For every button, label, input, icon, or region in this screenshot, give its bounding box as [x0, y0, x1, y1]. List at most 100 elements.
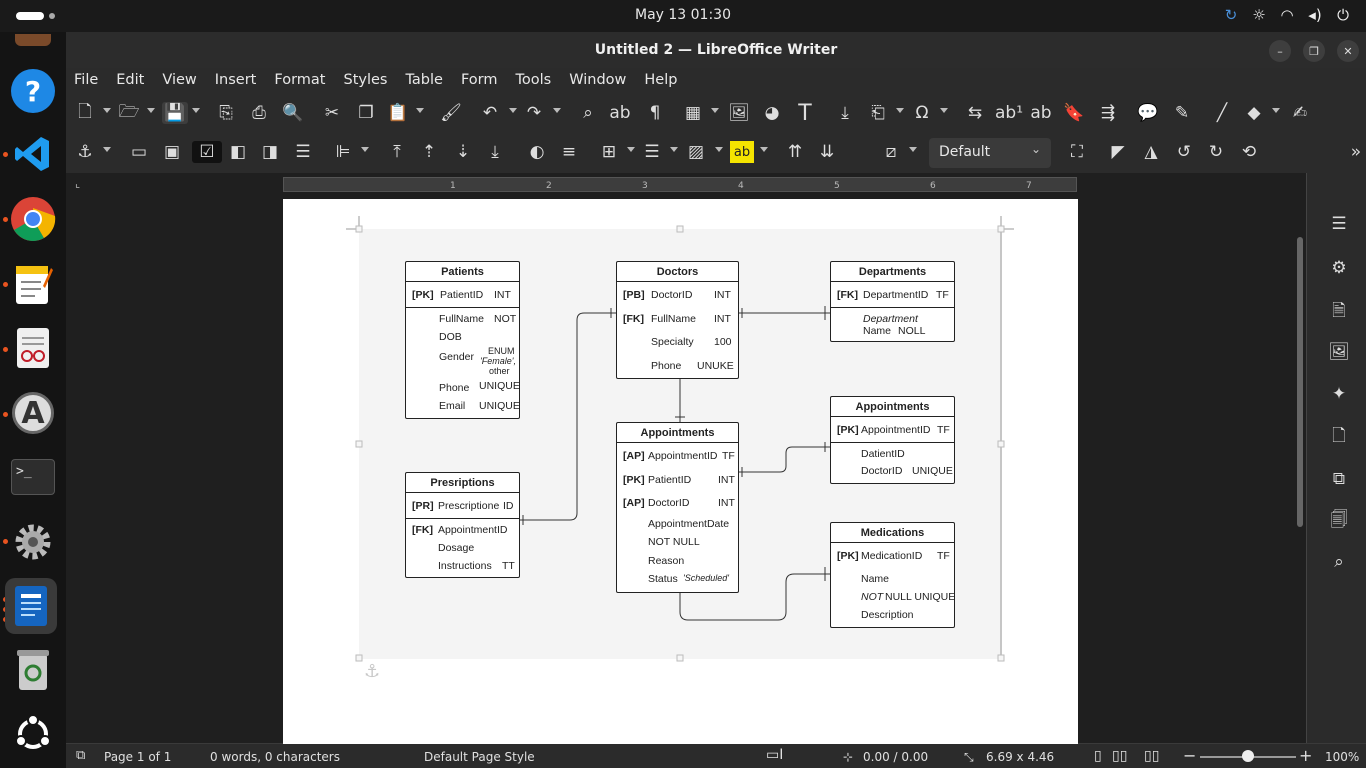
- borders-icon[interactable]: ⊞: [598, 141, 620, 163]
- clone-formatting-icon[interactable]: 🖌: [440, 102, 462, 124]
- vscode-icon[interactable]: [9, 130, 57, 178]
- trash-icon[interactable]: [9, 646, 57, 694]
- previous-frame-icon[interactable]: ⇈: [784, 141, 806, 163]
- update-icon[interactable]: ↻: [1222, 6, 1240, 24]
- anchor-icon[interactable]: ⚓: [74, 141, 96, 163]
- wrap-right-icon[interactable]: ◨: [259, 141, 281, 163]
- flip-horizontal-icon[interactable]: ◮: [1140, 141, 1162, 163]
- zoom-in-icon[interactable]: +: [1299, 746, 1312, 765]
- field-dropdown[interactable]: [896, 108, 904, 113]
- border-style-icon[interactable]: ☰: [641, 141, 663, 163]
- line-icon[interactable]: ╱: [1211, 102, 1233, 124]
- border-color-icon[interactable]: ▨: [685, 141, 707, 163]
- redo-icon[interactable]: ↷: [523, 102, 545, 124]
- doc-modified-icon[interactable]: ⧉: [76, 748, 85, 763]
- page-count[interactable]: Page 1 of 1: [104, 750, 171, 764]
- navigator-icon[interactable]: ✦: [1328, 383, 1350, 405]
- paragraph-style-select[interactable]: Default ⌄: [929, 138, 1051, 168]
- menu-table[interactable]: Table: [405, 68, 452, 94]
- menu-edit[interactable]: Edit: [116, 68, 153, 94]
- chrome-icon[interactable]: [9, 195, 57, 243]
- horizontal-ruler[interactable]: 1 2 3 4 5 6 7: [283, 177, 1077, 192]
- page-style[interactable]: Default Page Style: [424, 750, 535, 764]
- software-updater-icon[interactable]: A: [9, 389, 57, 437]
- document-icon[interactable]: 🗋: [1328, 426, 1350, 448]
- back-one-icon[interactable]: ⇣: [452, 141, 474, 163]
- page-icon[interactable]: 🗎: [1328, 301, 1350, 323]
- save-dropdown[interactable]: [192, 108, 200, 113]
- minimize-button[interactable]: –: [1269, 40, 1291, 62]
- book-view-icon[interactable]: ▯▯: [1144, 748, 1159, 764]
- more-options-icon[interactable]: »: [1345, 141, 1366, 163]
- basic-shapes-icon[interactable]: ◆: [1243, 102, 1265, 124]
- insert-field-icon[interactable]: ⎗: [867, 102, 889, 124]
- footnote-icon[interactable]: ab¹: [995, 102, 1023, 124]
- border-color-dropdown[interactable]: [715, 147, 723, 152]
- settings-icon[interactable]: [9, 518, 57, 566]
- close-button[interactable]: ✕: [1337, 40, 1359, 62]
- paste-icon[interactable]: 📋: [387, 102, 409, 124]
- crop-icon[interactable]: ⛶: [1066, 141, 1088, 163]
- paste-dropdown[interactable]: [416, 108, 424, 113]
- find-icon[interactable]: ⌕: [1328, 551, 1350, 573]
- sidebar-menu-icon[interactable]: ☰: [1328, 213, 1350, 235]
- send-to-back-icon[interactable]: ⤓: [484, 141, 506, 163]
- zoom-level[interactable]: 100%: [1325, 750, 1359, 764]
- maximize-button[interactable]: ❐: [1303, 40, 1325, 62]
- border-style-dropdown[interactable]: [670, 147, 678, 152]
- copy-icon[interactable]: ❐: [355, 102, 377, 124]
- align-objects-icon[interactable]: ⊫: [332, 141, 354, 163]
- optimal-wrap-icon[interactable]: ☑: [192, 141, 222, 163]
- menu-form[interactable]: Form: [461, 68, 507, 94]
- filter-dropdown[interactable]: [909, 147, 917, 152]
- endnote-icon[interactable]: ab: [1030, 102, 1052, 124]
- print-icon[interactable]: ⎙: [248, 102, 270, 124]
- cut-icon[interactable]: ✂: [321, 102, 343, 124]
- document-viewer-icon[interactable]: [9, 324, 57, 372]
- align-dropdown[interactable]: [361, 147, 369, 152]
- menu-insert[interactable]: Insert: [215, 68, 266, 94]
- vertical-scrollbar[interactable]: [1297, 237, 1303, 527]
- help-icon[interactable]: ?: [9, 67, 57, 115]
- bring-to-front-icon[interactable]: ⤒: [386, 141, 408, 163]
- draw-functions-icon[interactable]: ✍: [1289, 102, 1311, 124]
- libreoffice-writer-icon[interactable]: [5, 578, 57, 634]
- word-count[interactable]: 0 words, 0 characters: [210, 750, 340, 764]
- clock[interactable]: May 13 01:30: [0, 7, 1366, 23]
- menu-window[interactable]: Window: [569, 68, 635, 94]
- insert-table-icon[interactable]: ▦: [682, 102, 704, 124]
- formatting-marks-icon[interactable]: ¶: [644, 102, 666, 124]
- insert-chart-icon[interactable]: ◕: [761, 102, 783, 124]
- wrap-off-icon[interactable]: ▭: [128, 141, 150, 163]
- single-page-view-icon[interactable]: ▯: [1094, 748, 1102, 764]
- window-titlebar[interactable]: Untitled 2 — LibreOffice Writer – ❐ ✕: [66, 32, 1366, 68]
- area-style-icon[interactable]: ab: [730, 141, 754, 163]
- area-dropdown[interactable]: [760, 147, 768, 152]
- terminal-icon[interactable]: >_: [9, 453, 57, 501]
- forward-one-icon[interactable]: ⇡: [418, 141, 440, 163]
- menu-view[interactable]: View: [162, 68, 205, 94]
- shapes-dropdown[interactable]: [1272, 108, 1280, 113]
- image-filter-icon[interactable]: ⧄: [880, 141, 902, 163]
- rotate-icon[interactable]: ⟲: [1238, 141, 1260, 163]
- track-changes-icon[interactable]: ✎: [1171, 102, 1193, 124]
- system-tray[interactable]: ↻ ☼ ◠ ◂) ⏻: [1222, 6, 1352, 24]
- menu-format[interactable]: Format: [274, 68, 334, 94]
- insert-image-icon[interactable]: 🖼: [728, 102, 750, 124]
- next-frame-icon[interactable]: ⇊: [816, 141, 838, 163]
- gallery-icon[interactable]: 🖼: [1328, 341, 1350, 363]
- undo-dropdown[interactable]: [509, 108, 517, 113]
- redo-dropdown[interactable]: [553, 108, 561, 113]
- undo-icon[interactable]: ↶: [479, 102, 501, 124]
- table-dropdown[interactable]: [711, 108, 719, 113]
- menu-tools[interactable]: Tools: [516, 68, 561, 94]
- comment-icon[interactable]: 💬: [1137, 102, 1159, 124]
- to-background-icon[interactable]: ≡: [558, 141, 580, 163]
- export-pdf-icon[interactable]: ⎘: [215, 102, 237, 124]
- menu-styles[interactable]: Styles: [343, 68, 396, 94]
- rotate-right-icon[interactable]: ↻: [1205, 141, 1227, 163]
- menu-help[interactable]: Help: [644, 68, 686, 94]
- new-document-icon[interactable]: 🗋: [74, 102, 96, 124]
- special-char-dropdown[interactable]: [940, 108, 948, 113]
- new-dropdown[interactable]: [103, 108, 111, 113]
